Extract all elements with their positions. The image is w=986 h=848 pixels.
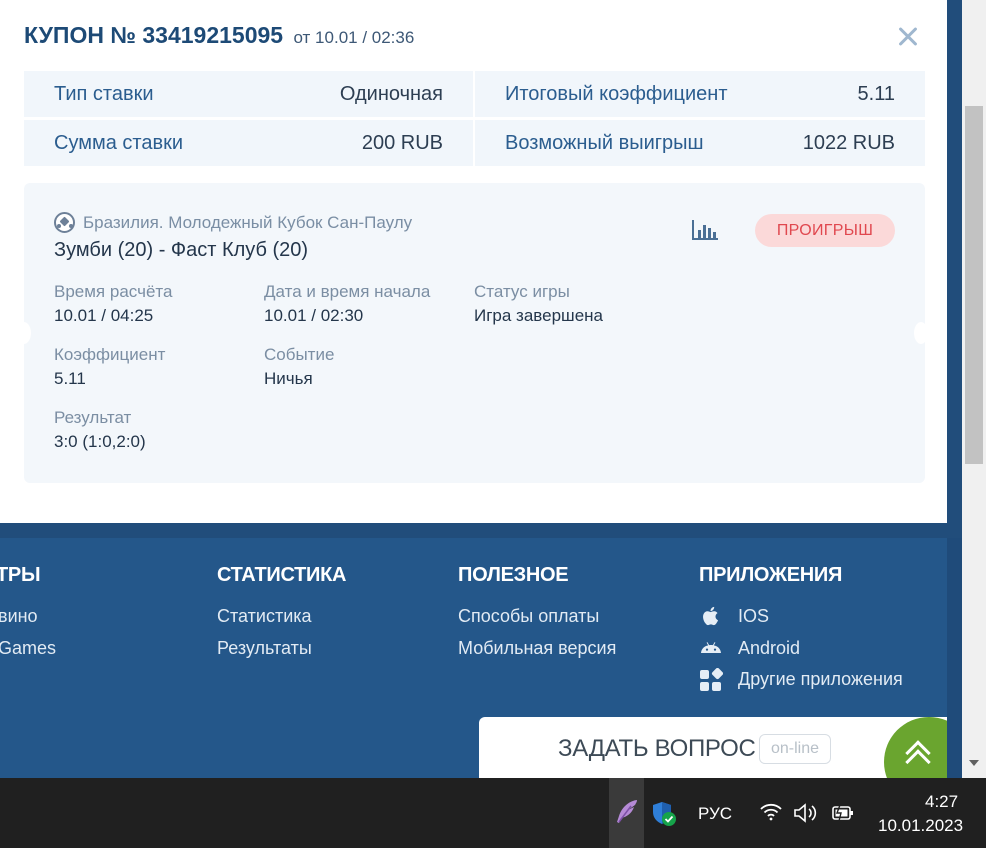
summary-label: Возможный выигрыш — [505, 131, 704, 154]
online-badge: on-line — [759, 734, 832, 764]
summary-possible-win: Возможный выигрыш 1022 RUB — [475, 120, 925, 166]
footer-link-casino[interactable]: вино — [0, 606, 38, 627]
field-label: Событие — [264, 345, 335, 364]
field-value: Игра завершена — [474, 306, 603, 325]
ticket-notch-right — [914, 322, 928, 344]
close-icon[interactable] — [894, 22, 922, 50]
ask-question-widget[interactable]: ЗАДАТЬ ВОПРОС on-line — [479, 717, 947, 778]
footer-link-results[interactable]: Результаты — [217, 638, 312, 659]
summary-label: Сумма ставки — [54, 131, 184, 154]
page-scrollbar[interactable] — [962, 0, 986, 778]
summary-bet-amount: Сумма ставки 200 RUB — [24, 120, 473, 166]
summary-total-coefficient: Итоговый коэффициент 5.11 — [475, 71, 925, 117]
ticket-notch-left — [17, 322, 31, 344]
field-settlement-time: Время расчёта 10.01 / 04:25 — [54, 282, 172, 326]
footer-link-ios[interactable]: IOS — [738, 606, 769, 627]
field-label: Дата и время начала — [264, 282, 431, 301]
summary-value: Одиночная — [339, 82, 443, 105]
footer-link-statistics[interactable]: Статистика — [217, 606, 312, 627]
speaker-icon[interactable] — [793, 802, 819, 824]
field-game-status: Статус игры Игра завершена — [474, 282, 603, 326]
soccer-ball-icon — [54, 212, 75, 233]
apple-icon — [703, 606, 718, 626]
field-coefficient: Коэффициент 5.11 — [54, 345, 165, 389]
field-label: Результат — [54, 408, 132, 427]
league-name: Бразилия. Молодежный Кубок Сан-Паулу — [83, 212, 413, 232]
scroll-down-arrow-icon[interactable] — [969, 760, 979, 766]
footer-link-games[interactable]: Games — [0, 638, 56, 659]
windows-taskbar: РУС 4:27 10.01.2023 — [0, 778, 986, 848]
coupon-modal: КУПОН № 33419215095 от 10.01 / 02:36 Тип… — [0, 0, 947, 523]
field-label: Статус игры — [474, 282, 570, 301]
event-card: Бразилия. Молодежный Кубок Сан-Паулу Зум… — [24, 183, 925, 483]
language-indicator[interactable]: РУС — [698, 804, 732, 824]
footer-link-android[interactable]: Android — [738, 638, 800, 659]
summary-label: Итоговый коэффициент — [505, 82, 728, 105]
summary-value: 200 RUB — [361, 131, 443, 154]
footer-heading-apps: ПРИЛОЖЕНИЯ — [699, 564, 843, 586]
field-value: 10.01 / 04:25 — [54, 306, 154, 325]
field-value: Ничья — [264, 369, 313, 388]
field-value: 3:0 (1:0,2:0) — [54, 432, 146, 451]
status-badge: ПРОИГРЫШ — [755, 214, 895, 247]
feather-icon[interactable] — [615, 798, 639, 824]
coupon-title: КУПОН № 33419215095 от 10.01 / 02:36 — [24, 22, 414, 49]
summary-label: Тип ставки — [54, 82, 154, 105]
scrollbar-thumb[interactable] — [965, 106, 983, 464]
apps-grid-icon — [700, 668, 723, 691]
league-row: Бразилия. Молодежный Кубок Сан-Паулу — [54, 212, 412, 233]
match-name: Зумби (20) - Фаст Клуб (20) — [54, 239, 309, 261]
summary-value: 1022 RUB — [802, 131, 895, 154]
coupon-number: КУПОН № 33419215095 — [24, 22, 284, 48]
wifi-icon[interactable] — [759, 802, 783, 822]
scroll-up-icon[interactable] — [884, 717, 947, 778]
battery-icon[interactable] — [830, 803, 856, 823]
footer-heading-statistics: СТАТИСТИКА — [217, 564, 347, 586]
field-value: 5.11 — [54, 369, 86, 388]
shield-icon[interactable] — [650, 800, 678, 828]
android-icon — [701, 642, 721, 653]
coupon-date: от 10.01 / 02:36 — [293, 28, 415, 47]
footer-link-other-apps[interactable]: Другие приложения — [738, 669, 903, 690]
summary-value: 5.11 — [857, 82, 895, 105]
field-label: Коэффициент — [54, 345, 166, 364]
field-label: Время расчёта — [54, 282, 173, 301]
stats-chart-icon[interactable] — [692, 220, 718, 240]
clock-date[interactable]: 10.01.2023 — [878, 816, 963, 836]
footer-link-mobile-version[interactable]: Мобильная версия — [458, 638, 616, 659]
field-start-datetime: Дата и время начала 10.01 / 02:30 — [264, 282, 430, 326]
summary-bet-type: Тип ставки Одиночная — [24, 71, 473, 117]
clock-time[interactable]: 4:27 — [925, 792, 958, 812]
field-event: Событие Ничья — [264, 345, 334, 389]
footer-link-payment-methods[interactable]: Способы оплаты — [458, 606, 599, 627]
field-value: 10.01 / 02:30 — [264, 306, 364, 325]
footer-heading-useful: ПОЛЕЗНОЕ — [458, 564, 569, 586]
footer-heading-games: ТРЫ — [0, 564, 41, 586]
ask-question-label: ЗАДАТЬ ВОПРОС — [558, 735, 756, 762]
field-result: Результат 3:0 (1:0,2:0) — [54, 408, 146, 452]
